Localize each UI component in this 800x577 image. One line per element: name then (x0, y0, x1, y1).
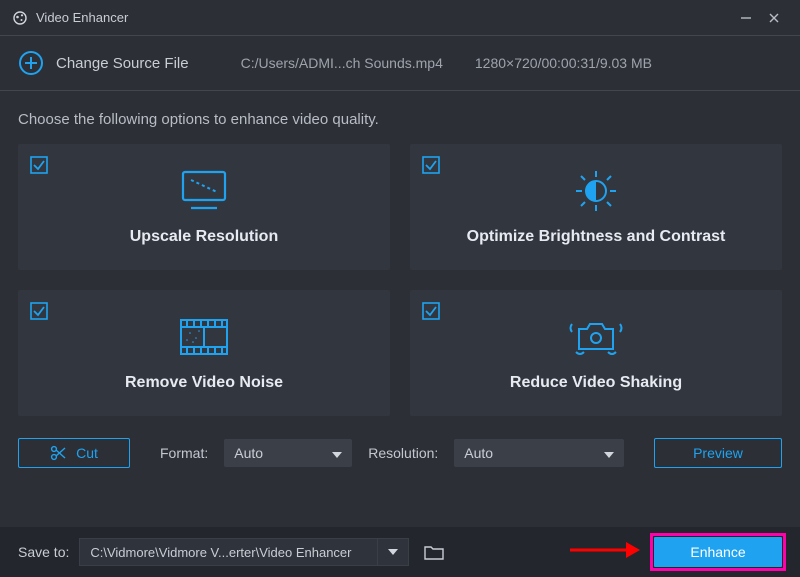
chevron-down-icon (332, 445, 342, 461)
save-path-dropdown[interactable] (378, 549, 408, 555)
chevron-down-icon (388, 549, 398, 555)
card-reduce-shaking[interactable]: Reduce Video Shaking (410, 290, 782, 416)
card-remove-noise[interactable]: Remove Video Noise (18, 290, 390, 416)
save-path-text: C:\Vidmore\Vidmore V...erter\Video Enhan… (80, 545, 377, 560)
checkbox-icon[interactable] (30, 302, 48, 320)
folder-icon (424, 544, 444, 560)
close-button[interactable] (760, 4, 788, 32)
change-source-link[interactable]: Change Source File (56, 55, 189, 72)
camera-shake-icon (566, 314, 626, 360)
description-text: Choose the following options to enhance … (0, 91, 800, 138)
preview-label: Preview (693, 445, 743, 461)
checkbox-icon[interactable] (30, 156, 48, 174)
resolution-label: Resolution: (368, 445, 438, 461)
chevron-down-icon (604, 445, 614, 461)
browse-folder-button[interactable] (419, 538, 449, 566)
save-path-field[interactable]: C:\Vidmore\Vidmore V...erter\Video Enhan… (79, 538, 409, 566)
filmstrip-icon (177, 314, 231, 360)
resolution-select[interactable]: Auto (454, 439, 624, 467)
source-info: 1280×720/00:00:31/9.03 MB (475, 55, 652, 71)
save-to-label: Save to: (18, 544, 69, 560)
card-optimize-brightness[interactable]: Optimize Brightness and Contrast (410, 144, 782, 270)
source-path: C:/Users/ADMI...ch Sounds.mp4 (241, 55, 443, 71)
brightness-icon (569, 168, 623, 214)
card-label: Remove Video Noise (125, 374, 283, 392)
minimize-button[interactable] (732, 4, 760, 32)
format-select[interactable]: Auto (224, 439, 352, 467)
footer: Save to: C:\Vidmore\Vidmore V...erter\Vi… (0, 527, 800, 577)
card-upscale-resolution[interactable]: Upscale Resolution (18, 144, 390, 270)
card-label: Optimize Brightness and Contrast (467, 228, 726, 246)
app-title: Video Enhancer (36, 10, 732, 25)
format-label: Format: (160, 445, 208, 461)
card-label: Reduce Video Shaking (510, 374, 682, 392)
cut-label: Cut (76, 445, 98, 461)
checkbox-icon[interactable] (422, 302, 440, 320)
resolution-value: Auto (464, 445, 493, 461)
enhance-button[interactable]: Enhance (654, 537, 782, 567)
titlebar: Video Enhancer (0, 0, 800, 36)
monitor-icon (177, 168, 231, 214)
preview-button[interactable]: Preview (654, 438, 782, 468)
scissors-icon (50, 445, 66, 461)
cut-button[interactable]: Cut (18, 438, 130, 468)
format-value: Auto (234, 445, 263, 461)
add-source-icon[interactable] (18, 50, 44, 76)
option-cards: Upscale Resolution Optimize Brightness a… (0, 138, 800, 416)
enhance-label: Enhance (690, 544, 745, 560)
checkbox-icon[interactable] (422, 156, 440, 174)
controls-row: Cut Format: Auto Resolution: Auto Previe… (0, 416, 800, 468)
app-logo-icon (12, 10, 28, 26)
source-row: Change Source File C:/Users/ADMI...ch So… (0, 36, 800, 91)
card-label: Upscale Resolution (130, 228, 278, 246)
